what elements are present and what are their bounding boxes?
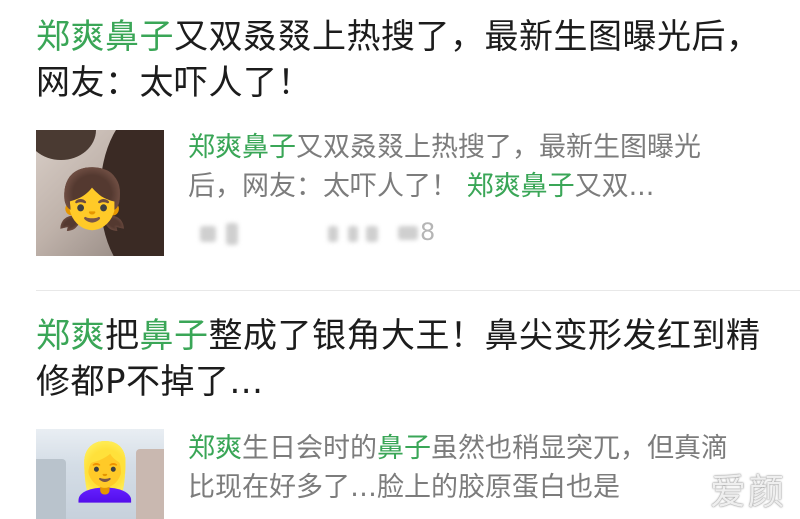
search-result-1[interactable]: 郑爽鼻子又双叒叕上热搜了，最新生图曝光后，网友：太吓人了！ 👧 郑爽鼻子又双叒叕… [0, 0, 800, 290]
background-shape [136, 449, 164, 519]
blurred-source [200, 226, 216, 242]
girl-emoji-icon: 👧 [56, 165, 129, 233]
background-shape [36, 459, 66, 519]
result-meta: 8 [188, 214, 488, 254]
title-text: 把 [105, 316, 140, 356]
blurred-source [226, 223, 238, 245]
snippet-highlight: 郑爽鼻子 [188, 132, 296, 163]
result-title[interactable]: 郑爽鼻子又双叒叕上热搜了，最新生图曝光后，网友：太吓人了！ [36, 14, 776, 106]
blonde-woman-emoji-icon: 👱‍♀️ [70, 440, 140, 505]
snippet-highlight: 鼻子 [377, 433, 431, 464]
blurred-time [348, 226, 358, 242]
title-highlight: 鼻子 [139, 316, 209, 356]
snippet-text: 又双... [574, 171, 655, 202]
title-highlight: 郑爽鼻子 [36, 17, 174, 57]
hair-shape [36, 130, 96, 160]
view-count: 8 [420, 218, 436, 246]
result-thumbnail[interactable]: 👱‍♀️ [36, 429, 164, 519]
snippet-highlight: 郑爽鼻子 [466, 171, 575, 202]
blurred-time [328, 226, 338, 242]
watermark-logo: 爱颜 [709, 472, 786, 513]
snippet-highlight: 郑爽 [188, 433, 242, 464]
view-icon [398, 226, 418, 240]
snippet-text: 生日会时的 [242, 433, 377, 464]
result-snippet: 郑爽鼻子又双叒叕上热搜了，最新生图曝光后，网友：太吓人了！ 郑爽鼻子又双... [188, 128, 748, 206]
title-highlight: 郑爽 [36, 316, 105, 356]
result-title[interactable]: 郑爽把鼻子整成了银角大王！鼻尖变形发红到精修都P不掉了... [36, 313, 776, 405]
search-result-2[interactable]: 郑爽把鼻子整成了银角大王！鼻尖变形发红到精修都P不掉了... 👱‍♀️ 郑爽生日… [0, 291, 800, 519]
blurred-time [366, 226, 378, 242]
result-thumbnail[interactable]: 👧 [36, 130, 164, 256]
result-snippet: 郑爽生日会时的鼻子虽然也稍显突兀，但真滴比现在好多了…脸上的胶原蛋白也是 [188, 429, 748, 507]
